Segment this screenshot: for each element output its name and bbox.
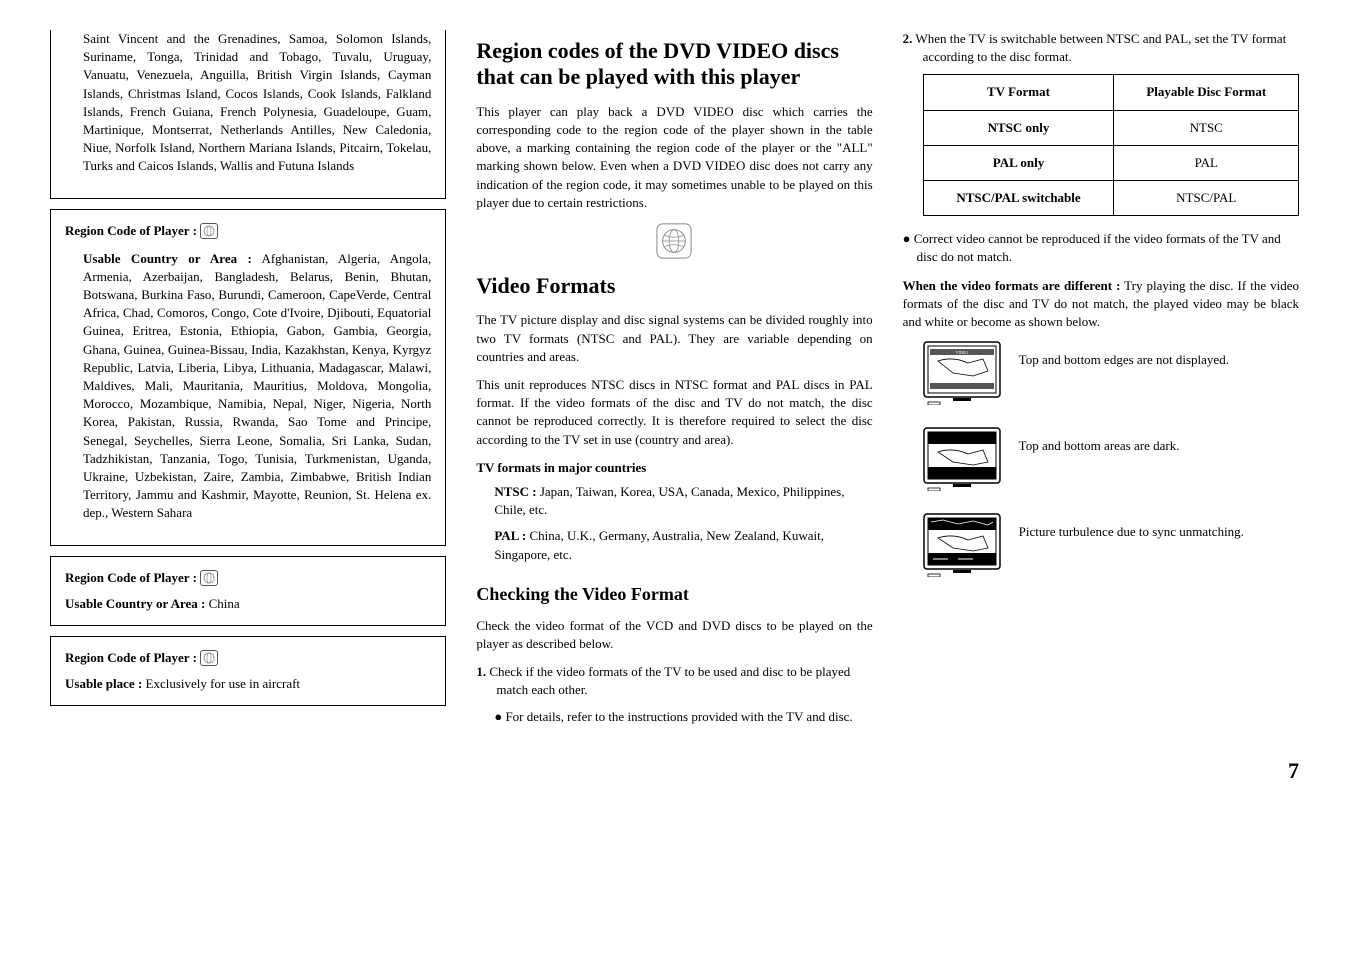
ntsc-countries: Japan, Taiwan, Korea, USA, Canada, Mexic… bbox=[494, 484, 844, 517]
video-formats-p2: This unit reproduces NTSC discs in NTSC … bbox=[476, 376, 872, 449]
table-header-tv: TV Format bbox=[923, 75, 1114, 110]
table-cell: PAL bbox=[1114, 145, 1299, 180]
globe-all-icon bbox=[476, 222, 872, 265]
step-1-num: 1. bbox=[476, 664, 486, 679]
video-formats-p1: The TV picture display and disc signal s… bbox=[476, 311, 872, 366]
table-cell: NTSC bbox=[1114, 110, 1299, 145]
table-header-disc: Playable Disc Format bbox=[1114, 75, 1299, 110]
region-code-icon bbox=[200, 570, 218, 586]
page-content: Saint Vincent and the Grenadines, Samoa,… bbox=[50, 30, 1299, 732]
tv-format-table: TV Format Playable Disc Format NTSC only… bbox=[923, 74, 1300, 216]
step-1-bullet: For details, refer to the instructions p… bbox=[505, 709, 852, 724]
table-cell: NTSC only bbox=[923, 110, 1114, 145]
table-cell: NTSC/PAL bbox=[1114, 180, 1299, 215]
pal-label: PAL : bbox=[494, 528, 526, 543]
region-box-4: Region Code of Player : Usable place : E… bbox=[50, 636, 446, 706]
column-left: Saint Vincent and the Grenadines, Samoa,… bbox=[50, 30, 446, 732]
thumb-caption-2: Top and bottom areas are dark. bbox=[1019, 427, 1299, 455]
thumbnail-row-1: VIDEO Top and bottom edges are not displ… bbox=[923, 341, 1299, 405]
region-code-label-3: Region Code of Player : bbox=[65, 570, 197, 585]
usable-place-value: Exclusively for use in aircraft bbox=[146, 676, 301, 691]
region-code-label-4: Region Code of Player : bbox=[65, 650, 197, 665]
tv-thumb-edges-icon: VIDEO bbox=[923, 341, 1001, 405]
svg-text:VIDEO: VIDEO bbox=[955, 350, 968, 355]
thumb-caption-1: Top and bottom edges are not displayed. bbox=[1019, 341, 1299, 369]
tv-thumb-dark-icon bbox=[923, 427, 1001, 491]
pal-countries: China, U.K., Germany, Australia, New Zea… bbox=[494, 528, 824, 561]
heading-checking: Checking the Video Format bbox=[476, 582, 872, 607]
region-codes-desc: This player can play back a DVD VIDEO di… bbox=[476, 103, 872, 212]
country-list-3: China bbox=[209, 596, 240, 611]
thumbnail-row-3: Picture turbulence due to sync unmatchin… bbox=[923, 513, 1299, 577]
ntsc-label: NTSC : bbox=[494, 484, 536, 499]
thumbnail-row-2: Top and bottom areas are dark. bbox=[923, 427, 1299, 491]
page-number: 7 bbox=[50, 756, 1299, 787]
note-correct-video: Correct video cannot be reproduced if th… bbox=[914, 231, 1281, 264]
usable-area-label: Usable Country or Area : bbox=[83, 251, 252, 266]
when-different-label: When the video formats are different : bbox=[903, 278, 1121, 293]
region-code-icon bbox=[200, 650, 218, 666]
region-box-2: Region Code of Player : Usable Country o… bbox=[50, 209, 446, 546]
tv-formats-subhead: TV formats in major countries bbox=[476, 459, 872, 477]
country-list-2: Afghanistan, Algeria, Angola, Armenia, A… bbox=[83, 251, 431, 521]
table-cell: PAL only bbox=[923, 145, 1114, 180]
heading-region-codes: Region codes of the DVD VIDEO discs that… bbox=[476, 38, 872, 91]
country-list-1: Saint Vincent and the Grenadines, Samoa,… bbox=[83, 30, 431, 176]
region-code-label: Region Code of Player : bbox=[65, 223, 197, 238]
step-2-num: 2. bbox=[903, 31, 913, 46]
region-box-1: Saint Vincent and the Grenadines, Samoa,… bbox=[50, 30, 446, 199]
column-middle: Region codes of the DVD VIDEO discs that… bbox=[476, 30, 872, 732]
checking-desc: Check the video format of the VCD and DV… bbox=[476, 617, 872, 653]
region-box-3: Region Code of Player : Usable Country o… bbox=[50, 556, 446, 626]
tv-thumb-sync-icon bbox=[923, 513, 1001, 577]
step-1-text: Check if the video formats of the TV to … bbox=[489, 664, 850, 697]
usable-place-label: Usable place : bbox=[65, 676, 142, 691]
usable-area-label-3: Usable Country or Area : bbox=[65, 596, 205, 611]
region-code-icon bbox=[200, 223, 218, 239]
heading-video-formats: Video Formats bbox=[476, 273, 872, 299]
thumb-caption-3: Picture turbulence due to sync unmatchin… bbox=[1019, 513, 1299, 541]
column-right: 2. When the TV is switchable between NTS… bbox=[903, 30, 1299, 732]
step-2-text: When the TV is switchable between NTSC a… bbox=[915, 31, 1286, 64]
table-cell: NTSC/PAL switchable bbox=[923, 180, 1114, 215]
